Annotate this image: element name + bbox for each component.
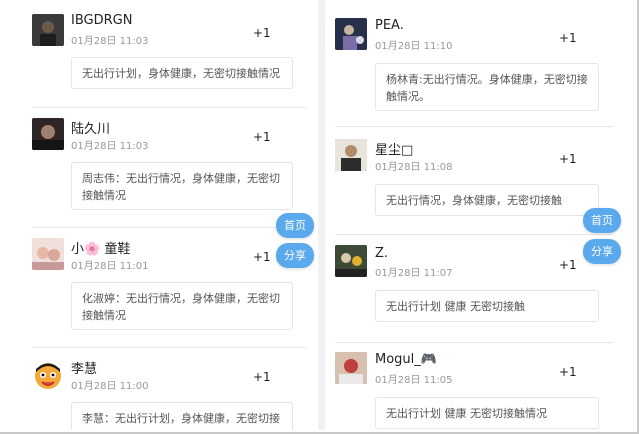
post-time: 01月28日 11:08 — [375, 162, 453, 173]
comment-box: 无出行计划 健康 无密切接触 — [375, 290, 599, 322]
list-item[interactable]: Z. 01月28日 11:07 +1 无出行计划 健康 无密切接触 — [325, 235, 625, 343]
plus-one-count[interactable]: +1 — [559, 31, 577, 45]
post-time: 01月28日 11:00 — [71, 381, 149, 392]
plus-one-count[interactable]: +1 — [559, 365, 577, 379]
avatar[interactable] — [32, 14, 64, 46]
avatar[interactable] — [335, 139, 367, 171]
list-item[interactable]: IBGDRGN 01月28日 11:03 +1 无出行计划，身体健康，无密切接触… — [10, 0, 318, 108]
home-button[interactable]: 首页 — [276, 213, 314, 238]
post-time: 01月28日 11:01 — [71, 261, 149, 272]
comment-box: 化淑婷：无出行情况，身体健康，无密切接触情况 — [71, 282, 293, 330]
post-time: 01月28日 11:07 — [375, 268, 453, 279]
avatar[interactable] — [32, 118, 64, 150]
comment-box: 无出行情况，身体健康，无密切接触 — [375, 184, 599, 216]
comment-box: 无出行计划 健康 无密切接触情况 — [375, 397, 599, 429]
list-item[interactable]: 陆久川 01月28日 11:03 +1 周志伟：无出行情况，身体健康，无密切接触… — [10, 108, 318, 228]
user-name: Z. — [375, 246, 389, 261]
comment-box: 无出行计划，身体健康，无密切接触情况 — [71, 57, 293, 89]
list-item[interactable]: 小🌸 童鞋 01月28日 11:01 +1 化淑婷：无出行情况，身体健康，无密切… — [10, 228, 318, 348]
right-feed-panel: PEA. 01月28日 11:10 +1 杨林青:无出行情况。身体健康，无密切接… — [325, 0, 625, 430]
post-time: 01月28日 11:03 — [71, 36, 149, 47]
user-name: 陆久川 — [71, 122, 111, 137]
avatar[interactable] — [32, 238, 64, 270]
user-name: 小🌸 童鞋 — [71, 242, 131, 257]
share-button[interactable]: 分享 — [583, 239, 621, 264]
avatar[interactable] — [335, 245, 367, 277]
column-gap — [318, 0, 325, 430]
plus-one-count[interactable]: +1 — [253, 250, 271, 264]
avatar[interactable] — [335, 352, 367, 384]
user-name: Mogul_🎮 — [375, 352, 437, 367]
avatar[interactable] — [32, 360, 64, 392]
user-name: 星尘□ — [375, 143, 414, 158]
list-item[interactable]: 星尘□ 01月28日 11:08 +1 无出行情况，身体健康，无密切接触 — [325, 127, 625, 235]
plus-one-count[interactable]: +1 — [559, 152, 577, 166]
user-name: PEA. — [375, 18, 404, 33]
list-item[interactable]: PEA. 01月28日 11:10 +1 杨林青:无出行情况。身体健康，无密切接… — [325, 0, 625, 127]
post-time: 01月28日 11:03 — [71, 141, 149, 152]
list-item[interactable]: Mogul_🎮 01月28日 11:05 +1 无出行计划 健康 无密切接触情况 — [325, 343, 625, 430]
home-button[interactable]: 首页 — [583, 208, 621, 233]
plus-one-count[interactable]: +1 — [253, 370, 271, 384]
user-name: 李慧 — [71, 362, 98, 377]
left-feed-panel: IBGDRGN 01月28日 11:03 +1 无出行计划，身体健康，无密切接触… — [10, 0, 318, 430]
plus-one-count[interactable]: +1 — [253, 130, 271, 144]
plus-one-count[interactable]: +1 — [253, 26, 271, 40]
post-time: 01月28日 11:10 — [375, 41, 453, 52]
post-time: 01月28日 11:05 — [375, 375, 453, 386]
plus-one-count[interactable]: +1 — [559, 258, 577, 272]
comment-box: 杨林青:无出行情况。身体健康，无密切接触情况。 — [375, 63, 599, 111]
avatar[interactable] — [335, 18, 367, 50]
comment-box: 李慧：无出行计划，身体健康，无密切接触 — [71, 402, 293, 430]
share-button[interactable]: 分享 — [276, 243, 314, 268]
comment-box: 周志伟：无出行情况，身体健康，无密切接触情况 — [71, 162, 293, 210]
user-name: IBGDRGN — [71, 13, 133, 28]
list-item[interactable]: 李慧 01月28日 11:00 +1 李慧：无出行计划，身体健康，无密切接触 — [10, 348, 318, 430]
